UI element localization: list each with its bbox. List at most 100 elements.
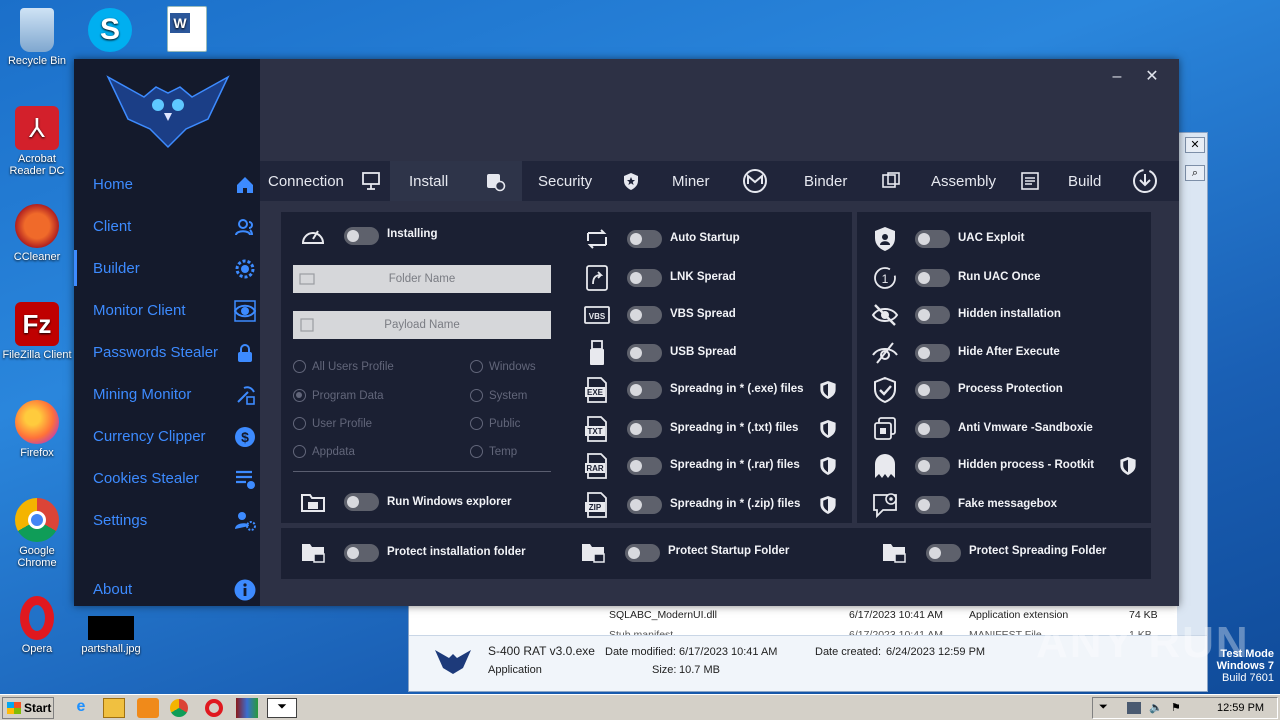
ie-icon[interactable]: e <box>70 698 92 718</box>
sandbox-icon <box>874 417 896 440</box>
desktop-icon-image[interactable]: partshall.jpg <box>75 616 147 655</box>
security-option-toggle-4[interactable] <box>915 381 950 399</box>
radio-program-data[interactable]: Program Data <box>293 389 384 402</box>
folder-icon <box>299 273 315 285</box>
tab-binder[interactable]: Binder <box>804 161 924 201</box>
radio-all-users-profile[interactable]: All Users Profile <box>293 360 394 373</box>
sidebar-item-builder[interactable]: Builder <box>74 250 260 286</box>
desktop-icon-chrome[interactable]: Google Chrome <box>1 498 73 569</box>
protect-startup-toggle[interactable] <box>625 544 660 562</box>
spread-option-toggle-5[interactable] <box>627 420 662 438</box>
explorer-search-button[interactable]: ⌕ <box>1185 165 1205 181</box>
folder-name-input[interactable]: Folder Name <box>293 265 551 293</box>
tab-assembly[interactable]: Assembly <box>931 161 1056 201</box>
radio-dot <box>470 360 483 373</box>
volume-icon[interactable]: 🔈 <box>1149 701 1163 714</box>
sidebar-item-label: Cookies Stealer <box>93 469 199 487</box>
sidebar-item-passwords-stealer[interactable]: Passwords Stealer <box>74 334 260 370</box>
details-size: 10.7 MB <box>679 664 720 676</box>
txt-file-icon: TXT <box>585 416 607 442</box>
network-icon[interactable] <box>1127 702 1141 714</box>
radio-windows[interactable]: Windows <box>470 360 536 373</box>
chrome-icon <box>15 498 59 542</box>
details-filename: S-400 RAT v3.0.exe <box>488 644 595 658</box>
radio-temp[interactable]: Temp <box>470 445 517 458</box>
spread-option-toggle-3[interactable] <box>627 344 662 362</box>
spread-option-label: LNK Sperad <box>670 271 736 283</box>
tab-connection[interactable]: Connection <box>268 161 388 201</box>
protect-install-toggle[interactable] <box>344 544 379 562</box>
start-button[interactable]: Start <box>2 697 54 719</box>
run-explorer-toggle[interactable] <box>344 493 379 511</box>
desktop-icon-ccleaner[interactable]: CCleaner <box>1 204 73 263</box>
security-option-toggle-6[interactable] <box>915 457 950 475</box>
filezilla-icon: Fz <box>15 302 59 346</box>
clock[interactable]: 12:59 PM <box>1217 702 1264 714</box>
tab-security[interactable]: Security <box>538 161 658 201</box>
close-button[interactable]: ✕ <box>1141 66 1163 86</box>
sidebar-item-settings[interactable]: Settings <box>74 502 260 538</box>
desktop-icon-acrobat[interactable]: ⅄ Acrobat Reader DC <box>1 106 73 177</box>
radio-dot <box>293 417 306 430</box>
payload-name-input[interactable]: Payload Name <box>293 311 551 339</box>
spread-option-toggle-6[interactable] <box>627 457 662 475</box>
desktop-icon-filezilla[interactable]: Fz FileZilla Client <box>1 302 73 361</box>
chrome-taskbar-icon[interactable] <box>170 699 188 717</box>
tab-label: Install <box>409 172 449 190</box>
run-explorer-label: Run Windows explorer <box>387 496 512 508</box>
sidebar-item-client[interactable]: Client <box>74 208 260 244</box>
explorer-icon[interactable] <box>103 698 125 718</box>
sidebar-item-mining-monitor[interactable]: Mining Monitor <box>74 376 260 412</box>
spread-option-toggle-4[interactable] <box>627 381 662 399</box>
tray-expand-icon[interactable]: ⏷ <box>1099 701 1108 714</box>
sidebar-item-currency-clipper[interactable]: Currency Clipper $ <box>74 418 260 454</box>
spread-option-toggle-2[interactable] <box>627 306 662 324</box>
lnk-file-icon <box>586 265 608 291</box>
system-tray: ⏷ 🔈 ⚑ 12:59 PM <box>1092 697 1278 719</box>
radio-appdata[interactable]: Appdata <box>293 445 355 458</box>
opera-taskbar-icon[interactable] <box>205 699 223 717</box>
desktop-icon-word[interactable]: W <box>151 6 223 55</box>
explorer-close-button[interactable]: ✕ <box>1185 137 1205 153</box>
radio-public[interactable]: Public <box>470 417 520 430</box>
security-option-toggle-1[interactable] <box>915 269 950 287</box>
winrar-icon[interactable] <box>236 698 258 718</box>
tab-build[interactable]: Build <box>1068 161 1168 201</box>
svg-text:ZIP: ZIP <box>589 503 602 512</box>
radio-user-profile[interactable]: User Profile <box>293 417 372 430</box>
sidebar-item-label: Settings <box>93 511 148 529</box>
svg-text:RAR: RAR <box>586 464 604 473</box>
desktop-icon-firefox[interactable]: Firefox <box>1 400 73 459</box>
desktop-icon-opera[interactable]: Opera <box>1 596 73 655</box>
spread-option-toggle-1[interactable] <box>627 269 662 287</box>
active-app-button[interactable]: ⏷ <box>267 698 297 718</box>
security-option-toggle-5[interactable] <box>915 420 950 438</box>
tab-install[interactable]: Install <box>390 161 522 201</box>
security-option-label: Fake messagebox <box>958 498 1058 510</box>
rar-file-icon: RAR <box>585 453 607 479</box>
spread-option-toggle-7[interactable] <box>627 496 662 514</box>
sidebar-item-about[interactable]: About <box>74 571 260 607</box>
security-option-label: Hidden installation <box>958 308 1061 320</box>
media-player-icon[interactable] <box>137 698 159 718</box>
security-option-toggle-2[interactable] <box>915 306 950 324</box>
tab-label: Build <box>1068 172 1102 190</box>
security-option-toggle-0[interactable] <box>915 230 950 248</box>
desktop-icon-recycle-bin[interactable]: Recycle Bin <box>1 8 73 67</box>
security-option-toggle-7[interactable] <box>915 496 950 514</box>
flag-icon[interactable]: ⚑ <box>1171 701 1181 714</box>
sidebar-item-home[interactable]: Home <box>74 166 260 202</box>
file-name: SQLABC_ModernUI.dll <box>609 609 717 621</box>
installing-toggle[interactable] <box>344 227 379 245</box>
sidebar-item-cookies-stealer[interactable]: Cookies Stealer <box>74 460 260 496</box>
tab-miner[interactable]: Miner <box>672 161 792 201</box>
minimize-button[interactable]: – <box>1106 68 1128 86</box>
spread-option-toggle-0[interactable] <box>627 230 662 248</box>
desktop-icon-skype[interactable]: S <box>74 8 146 55</box>
sidebar-item-monitor-client[interactable]: Monitor Client <box>74 292 260 328</box>
security-option-toggle-3[interactable] <box>915 344 950 362</box>
protect-spreading-toggle[interactable] <box>926 544 961 562</box>
folder-name-placeholder: Folder Name <box>388 273 456 285</box>
radio-system[interactable]: System <box>470 389 527 402</box>
spread-option-label: Auto Startup <box>670 232 740 244</box>
